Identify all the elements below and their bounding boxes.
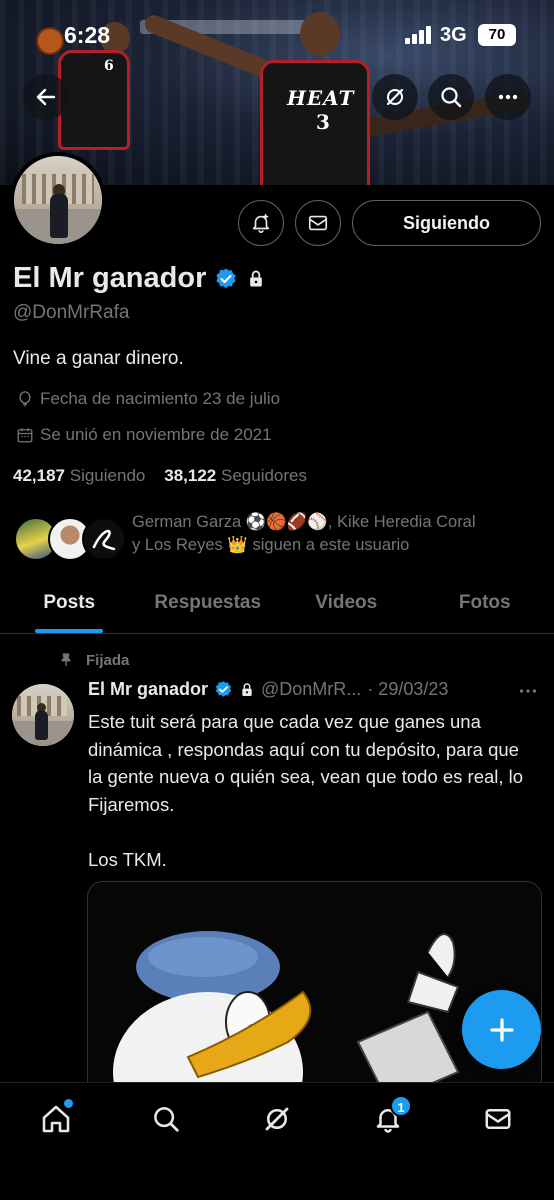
lock-icon [250,270,263,286]
following-link[interactable]: 42,187 Siguiendo [13,466,145,485]
left-player-number: 6 [104,58,115,74]
following-count: 42,187 [13,466,65,485]
logo-mark-icon [92,529,116,551]
post-paragraph-1: Este tuit será para que cada vez que gan… [88,711,524,815]
lock-icon [242,682,252,696]
joined-text: Se unió en noviembre de 2021 [40,425,272,444]
jersey-number: 3 [316,110,331,134]
nav-home[interactable] [28,1097,84,1141]
nav-search[interactable] [138,1097,194,1141]
tab-posts[interactable]: Posts [0,580,139,633]
followers-you-know-line2: y Los Reyes 👑 siguen a este usuario [132,536,410,554]
tab-videos[interactable]: Videos [277,580,416,633]
profile-handle: @DonMrRafa [13,302,130,323]
post-paragraph-2: Los TKM. [88,848,167,870]
status-time: 6:28 [64,22,111,48]
following-button[interactable]: Siguiendo [352,200,541,246]
search-icon [154,1107,179,1132]
bottom-nav: 1 [0,1082,554,1200]
grok-icon [265,1107,289,1131]
followers-link[interactable]: 38,122 Seguidores [164,466,307,485]
post-author-handle: @DonMrR... [261,679,362,699]
pinned-label: Fijada [86,651,130,669]
more-horizontal-icon [498,94,518,100]
grok-button[interactable] [372,74,418,120]
nav-grok[interactable] [249,1097,305,1141]
jersey-brand: HEAT [287,86,355,110]
birthdate-row: Fecha de nacimiento 23 de julio [16,389,280,409]
grok-icon [386,88,404,106]
signal-icon [405,26,433,44]
joined-row: Se unió en noviembre de 2021 [16,425,272,445]
nav-notifications[interactable]: 1 [360,1095,416,1141]
post-body: Este tuit será para que cada vez que gan… [88,708,538,901]
profile-bio: Vine a ganar dinero. [13,348,184,369]
post-media-image[interactable] [87,881,542,1101]
follower-avatar-3 [82,517,126,561]
bell-plus-icon [252,213,270,233]
post-date: · 29/03/23 [367,679,449,699]
post-more-button[interactable] [517,680,539,707]
followers-you-know-line1: German Garza ⚽🏀🏈⚾, Kike Heredia Coral [132,513,476,531]
birthdate-text: Fecha de nacimiento 23 de julio [40,389,281,408]
following-label: Siguiendo [69,466,146,485]
battery-icon: 70 [478,24,516,46]
verified-badge-icon[interactable] [214,267,238,291]
followers-count: 38,122 [164,466,217,485]
profile-avatar[interactable] [10,152,106,248]
avatar-person [50,194,68,238]
followers-you-know-text: German Garza ⚽🏀🏈⚾, Kike Heredia Coral y … [132,511,544,557]
verified-badge-icon [215,681,232,697]
notifications-badge: 1 [390,1095,412,1117]
more-horizontal-icon [519,689,537,693]
more-options-button[interactable] [485,74,531,120]
network-type: 3G [440,24,467,46]
messages-icon [485,1109,511,1129]
pin-icon [61,653,71,666]
search-profile-button[interactable] [428,74,474,120]
profile-name: El Mr ganador [13,262,207,294]
tab-photos[interactable]: Fotos [416,580,554,633]
plus-icon [489,1017,514,1042]
profile-name-row: El Mr ganador [13,262,266,295]
post-author-name[interactable]: El Mr ganador [88,679,208,700]
pinned-indicator: Fijada [58,651,129,669]
post-author-avatar[interactable] [12,684,74,746]
message-button[interactable] [295,200,341,246]
nav-messages[interactable] [470,1097,526,1141]
search-icon [441,87,462,108]
home-unread-dot [64,1099,73,1108]
cartoon-duck-image [113,931,460,1100]
balloon-icon [19,391,31,407]
followers-label: Seguidores [221,466,308,485]
tab-replies[interactable]: Respuestas [139,580,278,633]
post-avatar-person [35,710,48,740]
followers-you-know[interactable]: German Garza ⚽🏀🏈⚾, Kike Heredia Coral y … [14,511,544,567]
calendar-icon [17,428,33,443]
profile-tabs: Posts Respuestas Videos Fotos [0,580,554,634]
post-header: El Mr ganador @DonMrR... · 29/03/23 [88,679,544,700]
notifications-toggle-button[interactable] [238,200,284,246]
follow-counts: 42,187 Siguiendo 38,122 Seguidores [13,466,307,486]
envelope-icon [308,215,328,231]
back-arrow-icon [36,88,56,106]
compose-button[interactable] [462,990,541,1069]
right-player-jersey [260,60,370,185]
status-bar: 6:28 3G 70 [0,0,554,60]
back-button[interactable] [23,74,69,120]
